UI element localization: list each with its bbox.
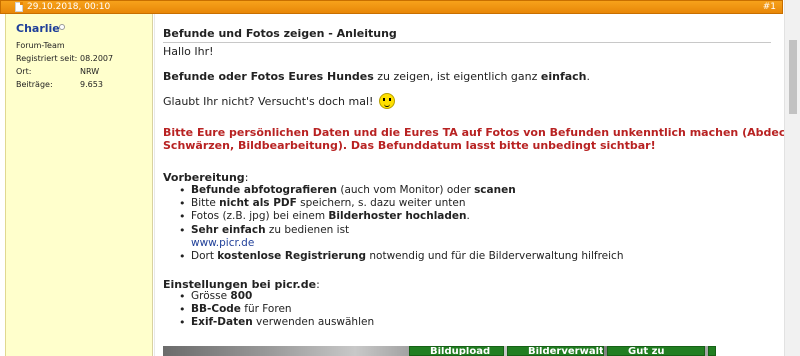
list-item: Exif-Daten verwenden auswählen xyxy=(179,316,374,329)
post-date: 29.10.2018, 00:10 xyxy=(27,2,111,12)
try-text-line: Glaubt Ihr nicht? Versucht's doch mal! xyxy=(163,93,395,109)
preparation-list: Befunde abfotografieren (auch vom Monito… xyxy=(179,184,623,263)
list-item: BB-Code für Foren xyxy=(179,303,374,316)
intro-text: Befunde oder Fotos Eures Hundes zu zeige… xyxy=(163,70,590,83)
intro-period: . xyxy=(586,70,591,83)
title-divider xyxy=(163,42,771,43)
list-item: Sehr einfach zu bedienen ist xyxy=(179,224,623,237)
picr-link[interactable]: www.picr.de xyxy=(191,237,254,249)
greeting-text: Hallo Ihr! xyxy=(163,45,214,58)
post-content: Befunde und Fotos zeigen - Anleitung Hal… xyxy=(154,14,800,356)
username-link[interactable]: Charlie xyxy=(16,22,60,35)
posts-label: Beiträge: xyxy=(16,80,53,89)
posts-value: 9.653 xyxy=(80,80,103,89)
scroll-thumb[interactable] xyxy=(789,40,797,114)
list-item: www.picr.de xyxy=(191,237,623,250)
bildupload-button[interactable]: Bildupload xyxy=(409,346,504,356)
list-item: Fotos (z.B. jpg) bei einem Bilderhoster … xyxy=(179,210,623,223)
intro-bold-1: Befunde oder Fotos Eures Hundes xyxy=(163,70,374,83)
preparation-colon: : xyxy=(244,171,249,184)
list-item: Bitte nicht als PDF speichern, s. dazu w… xyxy=(179,197,623,210)
smiley-icon xyxy=(378,93,395,109)
intro-bold-2: einfach xyxy=(540,70,587,83)
list-item: Dort kostenlose Registrierung notwendig … xyxy=(179,250,623,263)
location-value: NRW xyxy=(80,67,100,76)
post-header: 29.10.2018, 00:10 #1 xyxy=(0,0,783,14)
user-info-panel: Charlie Forum-Team Registriert seit: 08.… xyxy=(5,14,153,356)
bilderverwaltung-button[interactable]: Bilderverwaltung xyxy=(507,346,604,356)
settings-list: Grösse 800 BB-Code für Foren Exif-Daten … xyxy=(179,290,374,330)
post-title: Befunde und Fotos zeigen - Anleitung xyxy=(163,27,397,40)
page-scrollbar[interactable] xyxy=(784,0,800,356)
preparation-heading-text: Vorbereitung xyxy=(163,171,245,184)
preparation-heading: Vorbereitung: xyxy=(163,171,248,184)
post-number-link[interactable]: #1 xyxy=(763,1,776,13)
location-label: Ort: xyxy=(16,67,32,76)
list-item: Grösse 800 xyxy=(179,290,374,303)
registered-label: Registriert seit: xyxy=(16,54,78,63)
warning-line-2: Schwärzen, Bildbearbeitung). Das Befundd… xyxy=(163,139,656,152)
gut-zu-wissen-button[interactable]: Gut zu wissen xyxy=(607,346,705,356)
try-text: Glaubt Ihr nicht? Versucht's doch mal! xyxy=(163,95,374,108)
list-item: Befunde abfotografieren (auch vom Monito… xyxy=(179,184,623,197)
registered-value: 08.2007 xyxy=(80,54,114,63)
more-button[interactable] xyxy=(708,346,716,356)
intro-plain: zu zeigen, ist eigentlich ganz xyxy=(373,70,541,83)
online-status-icon xyxy=(59,24,65,30)
warning-line-1: Bitte Eure persönlichen Daten und die Eu… xyxy=(163,126,800,139)
document-icon xyxy=(15,2,23,12)
user-rank: Forum-Team xyxy=(16,41,65,50)
